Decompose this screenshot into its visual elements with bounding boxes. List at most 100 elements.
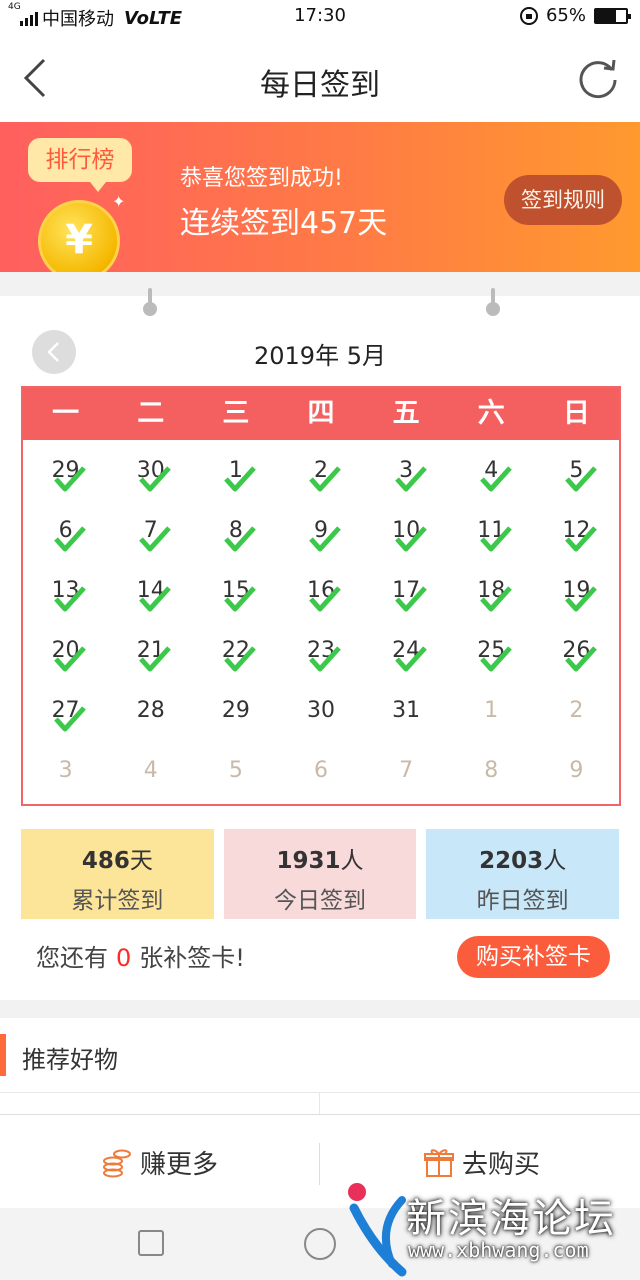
- check-icon: [479, 586, 512, 612]
- calendar-day-checked: 26: [534, 626, 619, 686]
- day-number: 2: [569, 698, 584, 723]
- calendar-day: 9: [534, 746, 619, 806]
- gift-icon: [424, 1149, 454, 1177]
- go-buy-label: 去购买: [462, 1149, 541, 1180]
- stat-label: 昨日签到: [476, 888, 569, 914]
- check-icon: [54, 706, 86, 732]
- day-number: 6: [313, 758, 328, 783]
- coin-icon: ¥: [38, 200, 120, 272]
- stat-today: 1931人 今日签到: [223, 829, 417, 919]
- day-number: 8: [484, 758, 499, 783]
- makeup-card-count: 0: [116, 944, 132, 972]
- check-icon: [54, 646, 86, 672]
- calendar-day-checked: 15: [193, 566, 278, 626]
- calendar-day: 5: [193, 746, 278, 806]
- section-accent-bar: [0, 1034, 6, 1076]
- check-icon: [564, 646, 597, 672]
- calendar-day-checked: 29: [23, 446, 108, 506]
- day-number: 28: [136, 698, 165, 723]
- earn-more-button[interactable]: 赚更多: [102, 1145, 219, 1180]
- tab-divider: [319, 1143, 320, 1185]
- recommend-list: [0, 1092, 640, 1115]
- day-number: 30: [306, 698, 335, 723]
- sparkle-icon: ✦: [112, 192, 126, 211]
- check-icon: [479, 526, 512, 552]
- calendar-day: 4: [108, 746, 193, 806]
- stat-yesterday: 2203人 昨日签到: [426, 829, 620, 919]
- calendar-day-checked: 8: [193, 506, 278, 566]
- check-icon: [139, 646, 171, 672]
- calendar-day-checked: 11: [449, 506, 534, 566]
- buy-makeup-card-button[interactable]: 购买补签卡: [457, 936, 610, 978]
- pin-icon: [143, 288, 157, 318]
- success-message: 恭喜您签到成功!: [180, 166, 343, 191]
- check-icon: [309, 646, 342, 672]
- note-prefix: 您还有: [36, 944, 108, 972]
- weekday-label: 六: [477, 398, 505, 429]
- calendar-day-checked: 17: [364, 566, 449, 626]
- check-icon: [54, 526, 86, 552]
- page-title: 每日签到: [260, 68, 380, 103]
- home-icon[interactable]: [304, 1228, 336, 1260]
- weekday-label: 二: [137, 398, 165, 429]
- calendar-day-checked: 2: [278, 446, 363, 506]
- stat-total: 486天 累计签到: [21, 829, 214, 919]
- weekday-label: 四: [307, 398, 335, 429]
- calendar-grid: 29 30 1 2 3 4 5 6 7 8 9 10 11 12 13 14 15 16 17 18 19 20 21 22 2…: [23, 440, 619, 806]
- leaderboard-button[interactable]: 排行榜: [28, 138, 132, 192]
- calendar-day-checked: 22: [193, 626, 278, 686]
- calendar-day-checked: 12: [534, 506, 619, 566]
- check-icon: [54, 586, 86, 612]
- check-icon: [479, 466, 512, 492]
- calendar: 一 二 三 四 五 六 日 29 30 1 2 3 4 5 6 7 8 9 10 11 12 13 14 15 1…: [21, 386, 621, 806]
- calendar-day-checked: 5: [534, 446, 619, 506]
- calendar-day-checked: 21: [108, 626, 193, 686]
- calendar-day-checked: 6: [23, 506, 108, 566]
- calendar-day-checked: 13: [23, 566, 108, 626]
- check-icon: [479, 646, 512, 672]
- check-icon: [139, 466, 171, 492]
- stat-value: 486: [81, 848, 130, 874]
- day-number: 1: [484, 698, 499, 723]
- check-icon: [139, 586, 171, 612]
- weekday-header: 一 二 三 四 五 六 日: [23, 388, 619, 440]
- earn-more-label: 赚更多: [140, 1149, 219, 1180]
- recent-apps-icon[interactable]: [138, 1230, 164, 1256]
- stat-label: 累计签到: [71, 888, 164, 914]
- calendar-day-checked: 16: [278, 566, 363, 626]
- calendar-day-checked: 18: [449, 566, 534, 626]
- stat-value: 2203: [479, 848, 544, 874]
- check-icon: [224, 526, 257, 552]
- rotation-lock-icon: [519, 6, 538, 25]
- check-icon: [139, 526, 171, 552]
- calendar-card: 2019年 5月 一 二 三 四 五 六 日 29 30 1 2 3 4 5 6 7 8 9 10 11…: [0, 288, 640, 1000]
- calendar-day-checked: 7: [108, 506, 193, 566]
- calendar-day-checked: 20: [23, 626, 108, 686]
- day-number: 4: [143, 758, 158, 783]
- go-buy-button[interactable]: 去购买: [424, 1145, 541, 1180]
- coin-symbol: ¥: [65, 217, 93, 263]
- refresh-icon[interactable]: [574, 54, 622, 102]
- calendar-day: 8: [449, 746, 534, 806]
- check-icon: [564, 526, 597, 552]
- calendar-day: 2: [534, 686, 619, 746]
- day-number: 9: [569, 758, 584, 783]
- check-icon: [394, 466, 427, 492]
- check-icon: [309, 526, 342, 552]
- check-icon: [394, 646, 427, 672]
- day-number: 3: [58, 758, 73, 783]
- calendar-day-checked: 3: [364, 446, 449, 506]
- calendar-day: 3: [23, 746, 108, 806]
- check-icon: [309, 466, 342, 492]
- note-suffix: 张补签卡!: [139, 944, 245, 972]
- calendar-day: 6: [278, 746, 363, 806]
- battery-percent: 65%: [545, 5, 586, 26]
- pin-icon: [486, 288, 500, 318]
- stat-unit: 人: [543, 848, 567, 874]
- calendar-day-checked: 24: [364, 626, 449, 686]
- check-icon: [564, 586, 597, 612]
- stat-unit: 人: [340, 848, 364, 874]
- check-icon: [394, 586, 427, 612]
- calendar-day-checked: 23: [278, 626, 363, 686]
- signin-rules-button[interactable]: 签到规则: [504, 175, 622, 225]
